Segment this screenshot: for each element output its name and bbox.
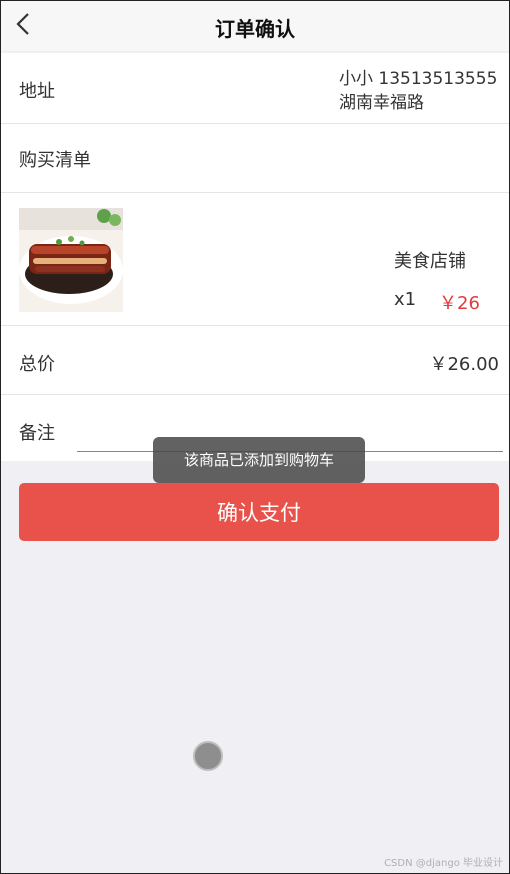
address-street: 湖南幸福路	[339, 93, 424, 113]
shopping-list-label: 购买清单	[19, 150, 91, 171]
total-value: ￥26.00	[429, 354, 499, 375]
address-row[interactable]: 地址 小小 13513513555 湖南幸福路	[1, 53, 509, 124]
item-quantity: x1	[394, 289, 417, 310]
total-label: 总价	[19, 354, 55, 375]
page-title: 订单确认	[215, 17, 295, 41]
app-screen: 订单确认 地址 小小 13513513555 湖南幸福路 购买清单 美食店铺 x…	[0, 0, 510, 874]
address-contact: 小小 13513513555	[339, 69, 498, 89]
address-label: 地址	[19, 81, 55, 102]
nav-bar: 订单确认	[1, 1, 509, 51]
food-dish-image[interactable]	[19, 208, 123, 312]
order-card: 地址 小小 13513513555 湖南幸福路 购买清单 美食店铺 x1 ￥26…	[1, 53, 509, 461]
address-details: 小小 13513513555 湖南幸福路	[339, 67, 497, 115]
shopping-list-row: 购买清单	[1, 124, 509, 193]
order-item: 美食店铺 x1 ￥26	[1, 193, 509, 326]
shop-name: 美食店铺	[394, 251, 466, 272]
toast-message: 该商品已添加到购物车	[153, 437, 365, 483]
total-row: 总价 ￥26.00	[1, 326, 509, 395]
watermark: CSDN @django 毕业设计	[384, 858, 503, 869]
confirm-pay-button[interactable]: 确认支付	[19, 483, 499, 541]
touch-indicator	[193, 741, 223, 771]
item-price: ￥26	[439, 293, 480, 314]
note-label: 备注	[19, 423, 55, 444]
